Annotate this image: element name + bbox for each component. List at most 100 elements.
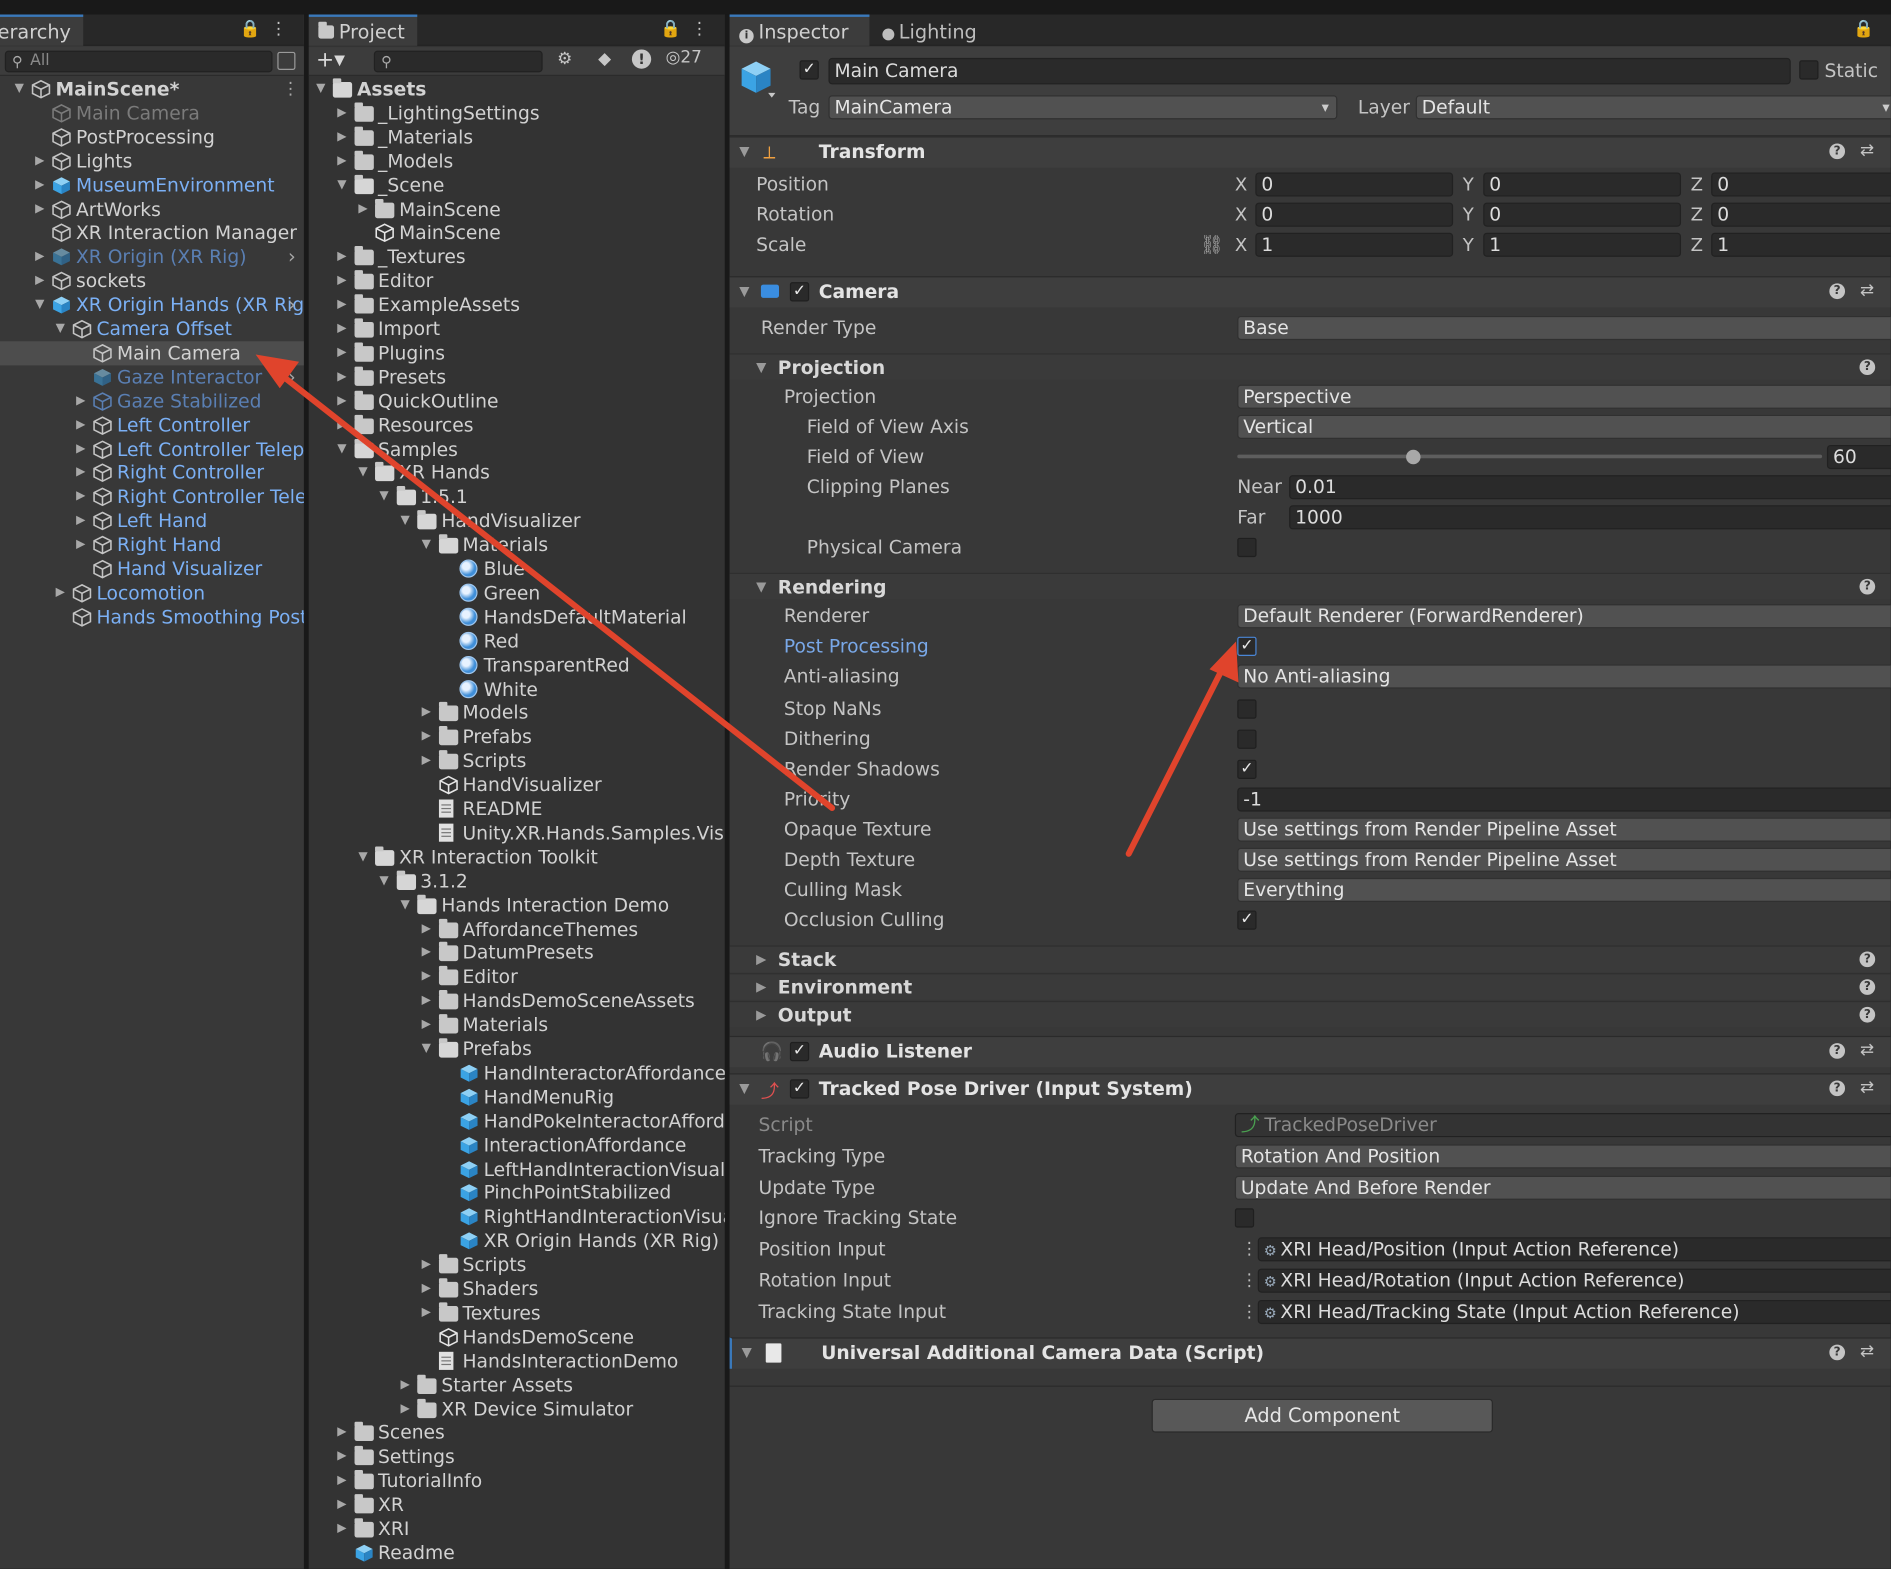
position-z-field[interactable]: 0: [1711, 172, 1891, 197]
chevron-right-icon[interactable]: ▶: [335, 1493, 349, 1517]
chevron-right-icon[interactable]: ▶: [419, 1013, 433, 1037]
hierarchy-item[interactable]: ▶ Right Controller: [0, 461, 304, 485]
project-item[interactable]: README: [309, 797, 725, 821]
chevron-right-icon[interactable]: ▶: [335, 341, 349, 365]
hierarchy-item[interactable]: Hands Smoothing Post Pro: [0, 605, 304, 629]
chevron-right-icon[interactable]: ▶: [335, 365, 349, 389]
lock-icon[interactable]: 🔒⋮: [239, 19, 296, 38]
camera-enabled-checkbox[interactable]: ✓: [789, 282, 810, 302]
project-item[interactable]: ▶ Materials: [309, 1013, 725, 1037]
far-field[interactable]: 1000: [1289, 505, 1891, 530]
chevron-right-icon[interactable]: ▶: [419, 1277, 433, 1301]
hierarchy-item[interactable]: Hand Visualizer: [0, 557, 304, 581]
project-item[interactable]: ▶ Import: [309, 317, 725, 341]
project-item[interactable]: ▼ HandVisualizer: [309, 509, 725, 533]
chevron-right-icon[interactable]: ▶: [398, 1373, 412, 1397]
axis-x-label[interactable]: X: [1235, 203, 1247, 227]
project-item[interactable]: ▼ Materials: [309, 533, 725, 557]
axis-y-label[interactable]: Y: [1463, 203, 1474, 227]
hierarchy-item[interactable]: ▶ Gaze Stabilized: [0, 389, 304, 413]
project-item[interactable]: Blue: [309, 557, 725, 581]
project-item[interactable]: PinchPointStabilized: [309, 1181, 725, 1205]
near-field[interactable]: 0.01: [1289, 475, 1891, 500]
project-item[interactable]: ▼ XR Interaction Toolkit: [309, 845, 725, 869]
project-item[interactable]: ▼ 1.5.1: [309, 485, 725, 509]
chevron-down-icon[interactable]: ▼: [53, 317, 67, 341]
project-item[interactable]: LeftHandInteractionVisual: [309, 1157, 725, 1181]
warning-icon[interactable]: !: [631, 49, 652, 69]
chevron-right-icon[interactable]: ▶: [419, 725, 433, 749]
chevron-right-icon[interactable]: ▶: [335, 269, 349, 293]
projection-dropdown[interactable]: Perspective: [1237, 384, 1891, 409]
scale-x-field[interactable]: 1: [1255, 232, 1454, 257]
help-icon[interactable]: ?: [1859, 951, 1876, 968]
project-item[interactable]: XR Origin Hands (XR Rig): [309, 1229, 725, 1253]
constrain-proportions-icon[interactable]: ⛓: [1200, 233, 1224, 257]
settings-icon[interactable]: ⇄: [1860, 281, 1874, 300]
project-item[interactable]: HandsInteractionDemo: [309, 1349, 725, 1373]
help-icon[interactable]: ?: [1829, 143, 1846, 160]
chevron-right-icon[interactable]: ▶: [33, 197, 47, 221]
chevron-right-icon[interactable]: ▶: [335, 101, 349, 125]
audio-listener-header[interactable]: 🎧 ✓ Audio Listener ? ⇄: [729, 1035, 1891, 1068]
physical-camera-checkbox[interactable]: [1237, 537, 1257, 558]
project-item[interactable]: ▶ XRI: [309, 1517, 725, 1541]
project-item[interactable]: Readme: [309, 1541, 725, 1565]
rotation-y-field[interactable]: 0: [1483, 202, 1682, 227]
project-item[interactable]: TransparentRed: [309, 653, 725, 677]
active-checkbox[interactable]: ✓: [799, 60, 819, 80]
chevron-down-icon[interactable]: ▼: [377, 869, 391, 893]
chevron-down-icon[interactable]: ▼: [33, 293, 47, 317]
label-icon[interactable]: ◆: [598, 49, 611, 68]
project-item[interactable]: ▶ Scripts: [309, 1253, 725, 1277]
project-item[interactable]: ▶ Scripts: [309, 749, 725, 773]
project-item[interactable]: ▶ ExampleAssets: [309, 293, 725, 317]
hierarchy-item[interactable]: ▶ Left Controller Teleport: [0, 437, 304, 461]
project-item[interactable]: ▼ Samples: [309, 437, 725, 461]
project-item[interactable]: RightHandInteractionVisual: [309, 1205, 725, 1229]
hierarchy-item[interactable]: Gaze Interactor ›: [0, 365, 304, 389]
hierarchy-item[interactable]: XR Interaction Manager: [0, 221, 304, 245]
hierarchy-item[interactable]: ▶ sockets: [0, 269, 304, 293]
chevron-right-icon[interactable]: ›: [285, 365, 299, 389]
chevron-down-icon[interactable]: ▼: [398, 893, 412, 917]
search-filter-icon[interactable]: [277, 51, 296, 70]
chevron-right-icon[interactable]: ▶: [335, 1421, 349, 1445]
chevron-right-icon[interactable]: ▶: [335, 125, 349, 149]
render-type-dropdown[interactable]: Base: [1237, 315, 1891, 341]
chevron-right-icon[interactable]: ▶: [74, 389, 88, 413]
project-item[interactable]: ▼ _Scene: [309, 173, 725, 197]
chevron-right-icon[interactable]: ▶: [335, 245, 349, 269]
project-item[interactable]: HandVisualizer: [309, 773, 725, 797]
hierarchy-item[interactable]: ▶ Lights: [0, 149, 304, 173]
project-item[interactable]: HandMenuRig: [309, 1085, 725, 1109]
project-item[interactable]: ▼ Hands Interaction Demo: [309, 893, 725, 917]
tracked-pose-checkbox[interactable]: ✓: [789, 1079, 810, 1099]
audio-listener-checkbox[interactable]: ✓: [789, 1041, 810, 1062]
project-item[interactable]: Unity.XR.Hands.Samples.Visu: [309, 821, 725, 845]
renderer-dropdown[interactable]: Default Renderer (ForwardRenderer): [1237, 604, 1891, 629]
object-name-field[interactable]: Main Camera: [828, 57, 1791, 85]
project-item[interactable]: ▶ AffordanceThemes: [309, 917, 725, 941]
dithering-checkbox[interactable]: [1237, 729, 1257, 749]
chevron-right-icon[interactable]: ▶: [335, 1445, 349, 1469]
project-item[interactable]: ▶ XR: [309, 1493, 725, 1517]
hierarchy-item[interactable]: ▶ MuseumEnvironment: [0, 173, 304, 197]
project-item[interactable]: ▶ Textures: [309, 1301, 725, 1325]
tab-hierarchy[interactable]: erarchy: [0, 14, 84, 46]
help-icon[interactable]: ?: [1829, 1344, 1846, 1361]
project-item[interactable]: ▶ Editor: [309, 965, 725, 989]
project-item[interactable]: ▼ Prefabs: [309, 1037, 725, 1061]
project-item[interactable]: ▶ HandsDemoSceneAssets: [309, 989, 725, 1013]
rotation-input-menu-icon[interactable]: ⋮: [1241, 1269, 1258, 1293]
rotation-input-field[interactable]: ⚙ XRI Head/Rotation (Input Action Referen…: [1257, 1268, 1891, 1293]
chevron-right-icon[interactable]: ▶: [419, 1253, 433, 1277]
chevron-right-icon[interactable]: ▶: [33, 245, 47, 269]
hierarchy-search-input[interactable]: ⚲ All: [4, 50, 273, 73]
chevron-down-icon[interactable]: ▼: [419, 533, 433, 557]
update-type-dropdown[interactable]: Update And Before Render: [1234, 1175, 1891, 1200]
projection-header[interactable]: ▼ Projection ?: [729, 353, 1891, 380]
chevron-right-icon[interactable]: ▶: [335, 293, 349, 317]
project-item[interactable]: ▶ Shaders: [309, 1277, 725, 1301]
chevron-right-icon[interactable]: ▶: [74, 437, 88, 461]
